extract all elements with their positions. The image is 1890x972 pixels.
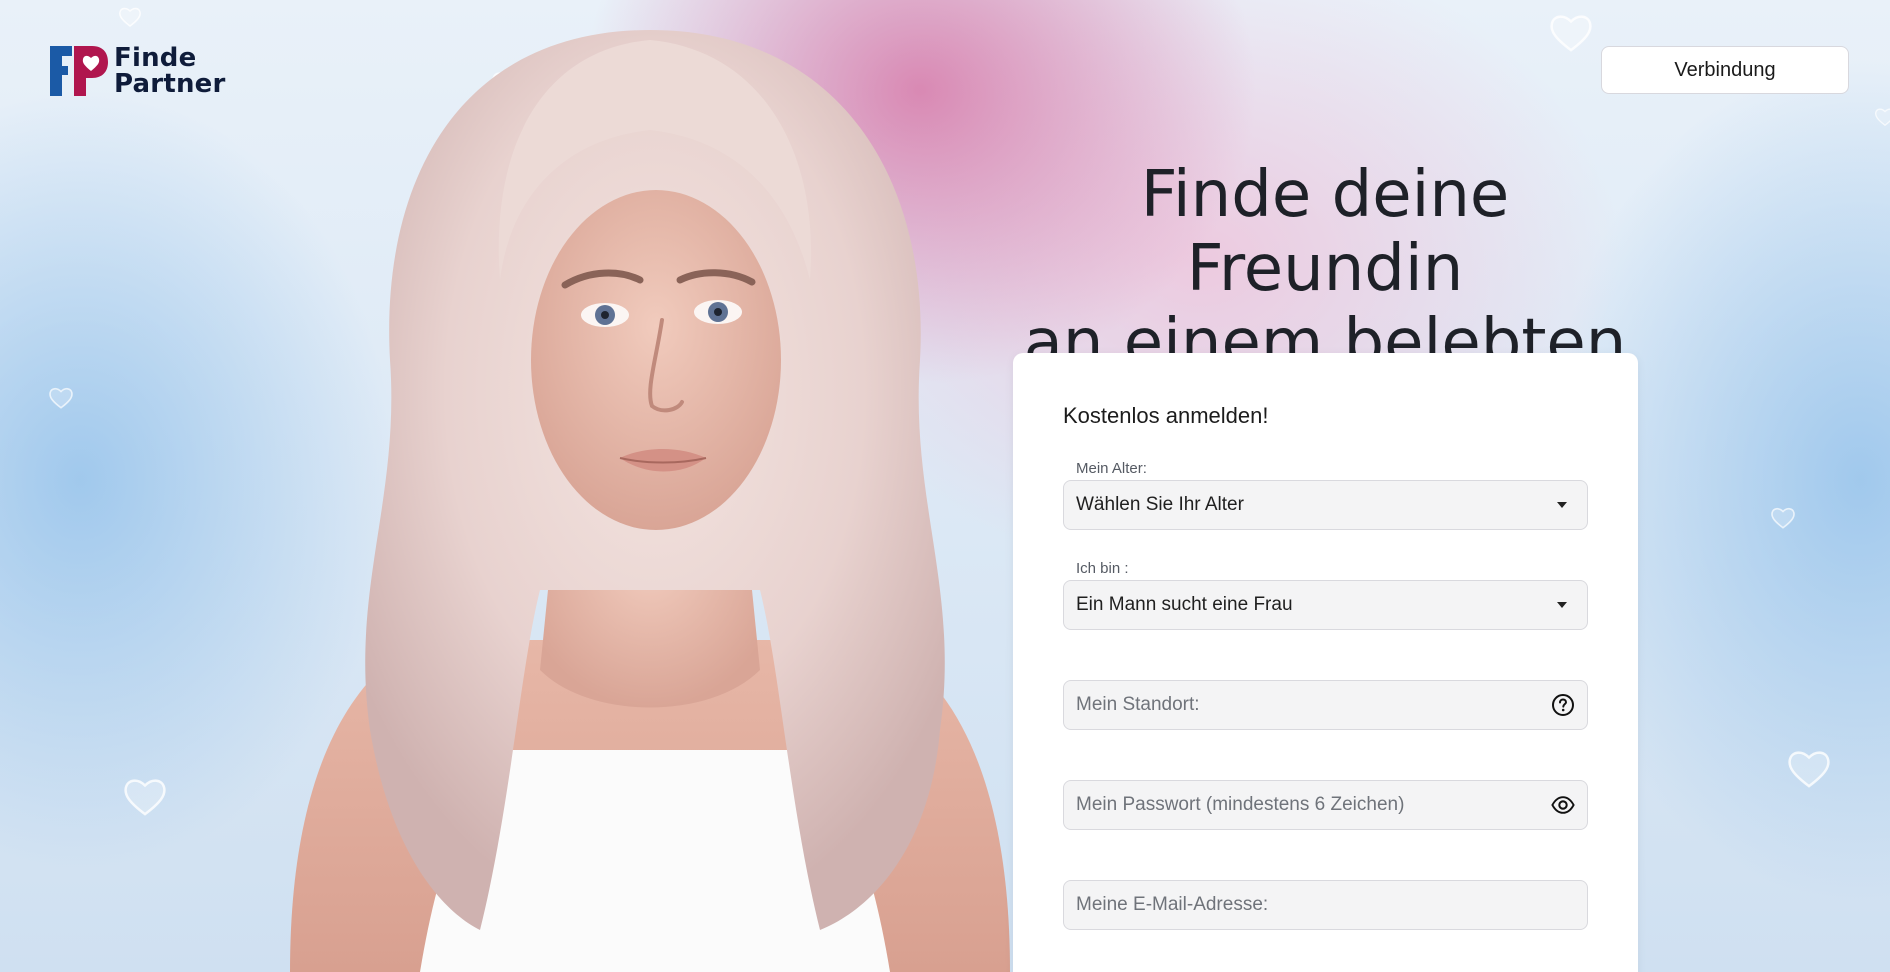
signup-form-title: Kostenlos anmelden! xyxy=(1063,403,1269,428)
caret-down-icon xyxy=(1557,602,1567,608)
connect-button[interactable]: Verbindung xyxy=(1601,46,1849,94)
heart-decoration-icon xyxy=(122,776,168,818)
heart-decoration-icon xyxy=(1874,106,1890,128)
heart-decoration-icon xyxy=(1548,12,1594,54)
email-field xyxy=(1063,880,1588,930)
location-input[interactable] xyxy=(1076,694,1551,716)
eye-icon[interactable] xyxy=(1551,793,1575,817)
hero-portrait-image xyxy=(290,30,1010,972)
age-select-value: Wählen Sie Ihr Alter xyxy=(1076,494,1244,515)
logo[interactable]: Finde Partner xyxy=(48,44,226,98)
age-label: Mein Alter: xyxy=(1076,460,1147,477)
hero-headline-line1: Finde deine Freundin xyxy=(1140,158,1510,306)
password-input[interactable] xyxy=(1076,794,1551,816)
gender-select-value: Ein Mann sucht eine Frau xyxy=(1076,594,1293,615)
password-field xyxy=(1063,780,1588,830)
caret-down-icon xyxy=(1557,502,1567,508)
heart-decoration-icon xyxy=(48,386,74,410)
gender-select[interactable]: Ein Mann sucht eine Frau xyxy=(1063,580,1588,630)
question-circle-icon[interactable] xyxy=(1551,693,1575,717)
logo-text-line1: Finde xyxy=(114,43,197,73)
gender-label: Ich bin : xyxy=(1076,560,1129,577)
logo-text: Finde Partner xyxy=(114,45,226,97)
logo-heart-icon xyxy=(50,46,108,96)
page: Finde Partner Verbindung Finde deine Fre… xyxy=(0,0,1890,972)
email-input[interactable] xyxy=(1076,894,1575,916)
logo-text-line2: Partner xyxy=(114,69,226,99)
heart-decoration-icon xyxy=(1770,506,1796,530)
location-field xyxy=(1063,680,1588,730)
signup-form-card: Kostenlos anmelden! Mein Alter: Wählen S… xyxy=(1013,353,1638,972)
heart-decoration-icon xyxy=(118,6,142,28)
heart-decoration-icon xyxy=(1786,748,1832,790)
age-select[interactable]: Wählen Sie Ihr Alter xyxy=(1063,480,1588,530)
